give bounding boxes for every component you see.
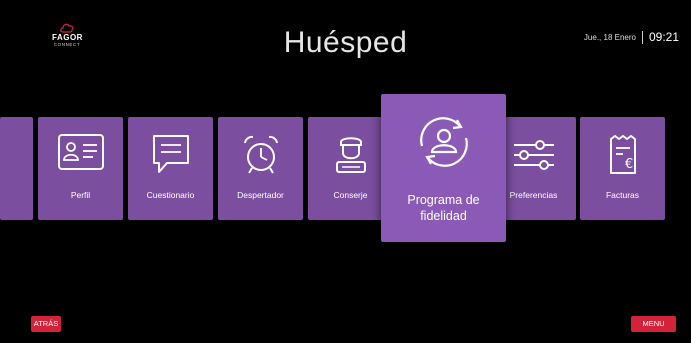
id-card-icon bbox=[38, 133, 123, 177]
page-title: Huésped bbox=[283, 26, 408, 59]
tile-label: Despertador bbox=[237, 190, 284, 200]
tile-label: Cuestionario bbox=[146, 190, 195, 200]
svg-text:€: € bbox=[624, 157, 632, 172]
invoice-euro-icon: € bbox=[580, 133, 665, 177]
tile-programa-de-fidelidad[interactable]: Programa de fidelidad bbox=[381, 94, 506, 242]
tile-perfil[interactable]: Perfil bbox=[38, 117, 123, 220]
tile-label: Programa de fidelidad bbox=[407, 193, 480, 223]
tile-facturas[interactable]: € Facturas bbox=[580, 117, 665, 220]
tile-label: Facturas bbox=[605, 190, 640, 200]
tile-partial[interactable] bbox=[0, 117, 33, 220]
menu-button[interactable]: MENU bbox=[631, 316, 676, 332]
tile-cuestionario[interactable]: Cuestionario bbox=[128, 117, 213, 220]
loyalty-user-cycle-icon bbox=[381, 116, 506, 168]
tile-despertador[interactable]: Despertador bbox=[218, 117, 303, 220]
back-button[interactable]: ATRÁS bbox=[31, 316, 61, 332]
speech-bubble-icon bbox=[128, 133, 213, 177]
tile-label: Perfil bbox=[70, 190, 91, 200]
alarm-clock-icon bbox=[218, 133, 303, 177]
